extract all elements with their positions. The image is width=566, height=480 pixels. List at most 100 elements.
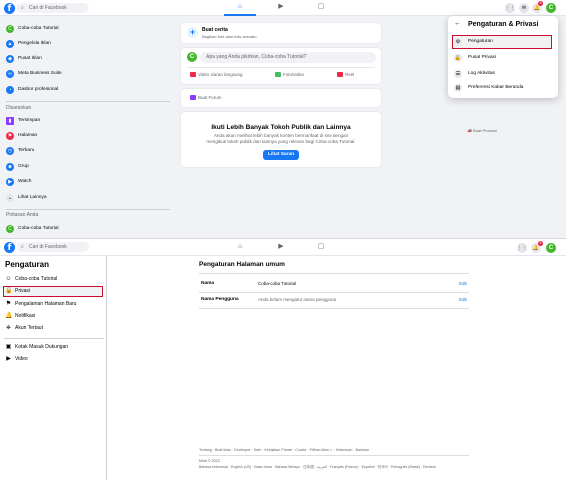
home-active-indicator [224,14,256,16]
sidebar-item-dasbor-profesional[interactable]: ◔ Dasbor profesional [4,83,170,97]
composer-input[interactable]: Apa yang Anda pikirkan, Coba-coba Tutori… [200,52,376,63]
search-icon: ⌕ [21,5,24,11]
menu-item-log-aktivitas[interactable]: ☰ Log Aktivitas [452,67,552,81]
groups-icon: ☻ [6,163,14,171]
composer-avatar: C [187,52,197,62]
footer-divider [199,455,469,456]
story-subtitle: Bagikan foto atau tulis sesuatu. [202,34,258,39]
watch-icon[interactable]: ▶ [274,242,288,252]
linked-accounts-icon: ⎈ [6,325,11,331]
sidebar-item-label: Terbaru [18,148,35,153]
menu-title: Pengaturan & Privasi [468,21,539,28]
create-story-card[interactable]: + Buat cerita Bagikan foto atau tulis se… [181,23,381,43]
see-suggestions-button[interactable]: Lihat Saran [263,150,299,160]
row-divider [199,308,469,309]
pages-icon[interactable]: ▢ [314,2,328,12]
suggested-heading: Disarankan [6,105,32,111]
sidebar-item-label: Lihat Lainnya [18,195,47,200]
home-icon[interactable]: ⌂ [233,242,247,252]
settings-item-video[interactable]: ▶ Video [3,354,103,365]
sidebar-item-terbaru[interactable]: ◷ Terbaru [4,144,170,158]
sidebar-item-pengelola-iklan[interactable]: ▲ Pengelola Iklan [4,37,170,51]
menu-item-pusat-privasi[interactable]: 🔒 Pusat Privasi [452,51,552,65]
reel-button[interactable]: Reel [337,70,354,80]
search-input[interactable]: ⌕ Cari di Facebook [17,242,89,252]
settings-item-kotak-masuk-dukungan[interactable]: ▣ Kotak Masuk Dukungan [3,342,103,353]
menu-item-label: Preferensi Kabar Beranda [468,85,524,90]
live-video-button[interactable]: Video siaran langsung [190,70,242,80]
create-forum-card[interactable]: Buat Forum [181,89,381,107]
settings-item-notifikasi[interactable]: 🔔 Notifikasi [3,311,103,322]
sidebar-item-watch[interactable]: ▶ Watch [4,175,170,189]
sidebar-profile[interactable]: C Coba-coba Tutorial [4,22,170,36]
sidebar-profile-label: Coba-coba Tutorial [18,26,59,31]
buat-promosi-link[interactable]: 📣 Buat Promosi [467,128,497,133]
plus-icon: + [187,27,198,38]
account-avatar[interactable]: C [546,243,556,253]
settings-item-label: Pengalaman Halaman Baru [15,301,77,307]
row-divider [199,273,469,274]
sidebar-item-label: Dasbor profesional [18,87,59,92]
photo-icon [275,72,281,78]
sidebar-item-grup[interactable]: ☻ Grup [4,160,170,174]
settings-item-privasi[interactable]: 🔒 Privasi [3,286,103,297]
sidebar-item-pusat-iklan[interactable]: ◆ Pusat Iklan [4,52,170,66]
menu-item-pengaturan[interactable]: ⚙ Pengaturan [452,35,552,49]
search-input[interactable]: ⌕ Cari di Facebook [17,3,89,13]
ad-center-icon: ◆ [6,55,14,63]
facebook-logo[interactable]: f [4,242,15,253]
menu-item-label: Pusat Privasi [468,55,496,60]
lock-icon: 🔒 [5,288,13,294]
sidebar-item-tersimpan[interactable]: ▮ Tersimpan [4,114,170,128]
menu-grid-icon[interactable]: ⋮⋮ [505,3,515,13]
menu-grid-icon[interactable]: ⋮⋮ [517,243,527,253]
profile-icon: ☺ [5,276,12,282]
business-suite-icon: ∞ [6,70,14,78]
row-value: Anda belum mengatur nama pengguna [258,297,337,302]
buat-promosi-label: Buat Promosi [473,128,498,133]
video-icon: ▶ [6,356,11,362]
settings-item-label: Video [15,356,28,362]
settings-item-akun-tertaut[interactable]: ⎈ Akun Tertaut [3,323,103,334]
create-forum-button[interactable]: Buat Forum [190,93,222,103]
chevron-down-icon: ⌄ [6,194,14,202]
settings-item-profile[interactable]: ☺ Coba-coba Tutorial [3,274,103,285]
messenger-icon[interactable]: ✉ [519,3,529,13]
edit-username-link[interactable]: Edit [459,297,467,302]
pages-icon[interactable]: ▢ [314,242,328,252]
notification-badge: 5 [538,1,543,6]
sidebar-item-label: Halaman [18,133,38,138]
row-label: Nama [201,281,215,286]
edit-name-link[interactable]: Edit [459,281,467,286]
live-video-icon [190,72,196,78]
home-icon[interactable]: ⌂ [233,2,247,12]
notification-badge: 5 [538,241,543,246]
bottom-screenshot: f ⌕ Cari di Facebook ⌂ ▶ ▢ ⋮⋮ 🔔 5 C Peng… [0,238,566,480]
account-avatar[interactable]: C [546,3,556,13]
back-arrow-icon[interactable]: ← [454,20,461,27]
follow-description: Anda akan melihat lebih banyak konten be… [206,133,356,144]
reel-label: Reel [345,72,355,77]
sidebar-item-halaman[interactable]: ⚑ Halaman [4,129,170,143]
settings-item-label: Coba-coba Tutorial [15,276,58,282]
watch-icon[interactable]: ▶ [274,2,288,12]
sidebar-divider [6,101,170,102]
bell-icon: 🔔 [5,313,13,319]
menu-item-preferensi-kabar-beranda[interactable]: ▤ Preferensi Kabar Beranda [452,81,552,95]
search-placeholder: Cari di Facebook [29,5,67,11]
settings-privacy-menu: ← Pengaturan & Privasi ⚙ Pengaturan 🔒 Pu… [448,16,558,98]
sidebar-shortcut[interactable]: C Coba-coba Tutorial [4,222,170,236]
top-screenshot: f ⌕ Cari di Facebook ⌂ ▶ ▢ ⋮⋮ ✉ 🔔 5 C C … [0,0,566,238]
sidebar-item-lihat-lainnya[interactable]: ⌄ Lihat Lainnya [4,191,170,205]
facebook-logo[interactable]: f [4,3,15,14]
sidebar-item-meta-business-suite[interactable]: ∞ Meta Business Suite [4,67,170,81]
footer-links[interactable]: Tentang · Buat Iklan · Developer · Karir… [199,448,369,452]
shortcut-avatar-icon: C [6,225,14,233]
settings-item-pengalaman-halaman-baru[interactable]: ⚑ Pengalaman Halaman Baru [3,299,103,310]
sidebar-item-label: Meta Business Suite [18,71,62,76]
footer-languages[interactable]: Bahasa Indonesia · English (US) · Basa J… [199,465,436,470]
page-title: Pengaturan Halaman umum [199,261,285,268]
photo-video-button[interactable]: Foto/video [275,70,304,80]
profile-avatar-icon: C [6,25,14,33]
forum-icon [190,95,196,101]
